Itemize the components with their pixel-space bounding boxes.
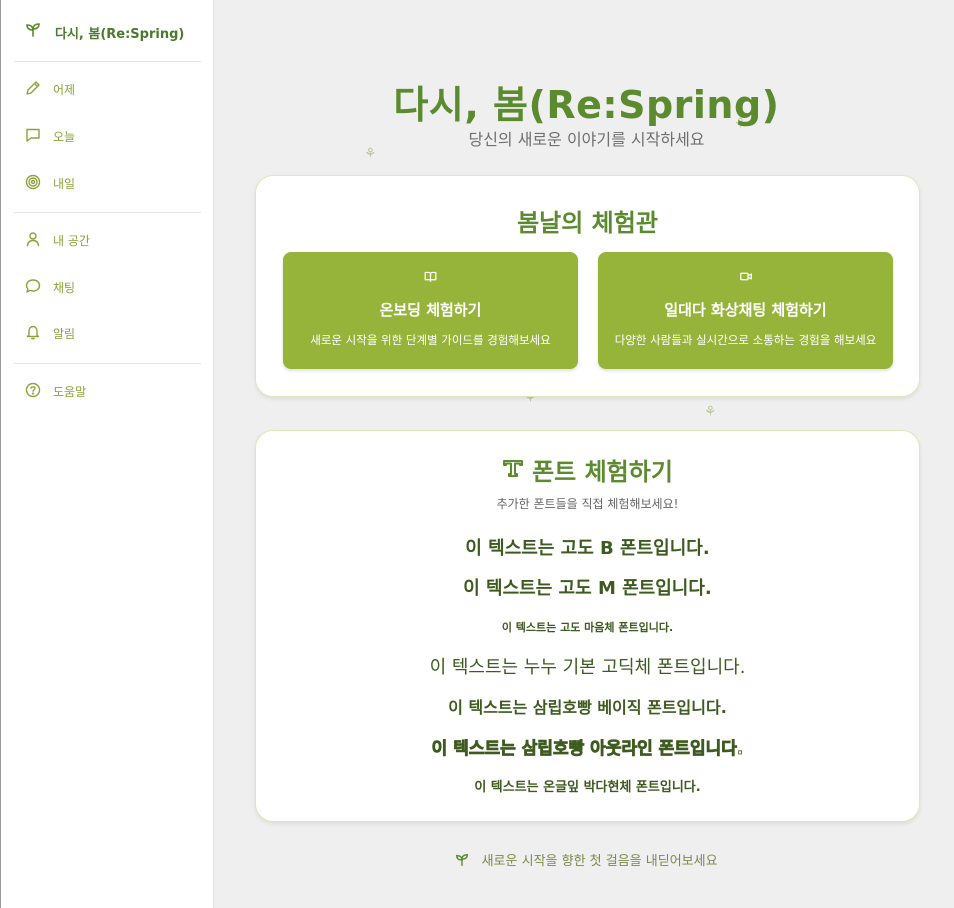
main-content: ⚘ ⚘ ⚘ ⚘ 다시, 봄(Re:Spring) 당신의 새로운 이야기를 시작… [214, 0, 954, 908]
divider [14, 212, 201, 213]
sidebar-item-yesterday[interactable]: 어제 [25, 78, 75, 100]
video-chat-description: 다양한 사람들과 실시간으로 소통하는 경험을 해보세요 [614, 333, 877, 347]
onboarding-experience-button[interactable]: 온보딩 체험하기 새로운 시작을 위한 단계별 가이드를 경험해보세요 [283, 252, 578, 369]
video-chat-title: 일대다 화상채팅 체험하기 [664, 301, 827, 319]
page-subtitle: 당신의 새로운 이야기를 시작하세요 [468, 130, 705, 149]
sidebar-brand[interactable]: 다시, 봄(Re:Spring) [25, 20, 184, 44]
font-title: 폰트 체험하기 [532, 458, 673, 486]
sidebar-item-my-space[interactable]: 내 공간 [25, 229, 90, 251]
sidebar-item-label: 내 공간 [53, 233, 90, 248]
onboarding-title: 온보딩 체험하기 [379, 301, 482, 319]
sidebar-item-label: 알림 [53, 326, 76, 341]
user-icon [25, 231, 41, 250]
font-subtitle: 추가한 폰트들을 직접 체험해보세요! [496, 497, 679, 511]
sidebar-item-label: 내일 [53, 176, 76, 191]
footer-message: 새로운 시작을 향한 첫 걸음을 내딛어보세요 [214, 850, 954, 869]
chat-bubble-icon [25, 278, 41, 297]
font-sample-godo-b: 이 텍스트는 고도 B 폰트입니다. [465, 538, 710, 559]
sidebar-item-tomorrow[interactable]: 내일 [25, 172, 75, 194]
sidebar-item-today[interactable]: 오늘 [25, 125, 75, 147]
sidebar-item-label: 도움말 [53, 384, 87, 399]
bell-icon [25, 324, 41, 343]
onboarding-description: 새로운 시작을 위한 단계별 가이드를 경험해보세요 [310, 333, 551, 347]
book-open-icon [283, 270, 578, 283]
font-sample-godo-maum: 이 텍스트는 고도 마음체 폰트입니다. [501, 621, 674, 634]
experience-card: 봄날의 체험관 온보딩 체험하기 새로운 시작을 위한 단계별 가이드를 경험해… [255, 175, 920, 397]
footer-text: 새로운 시작을 향한 첫 걸음을 내딛어보세요 [481, 854, 718, 869]
video-chat-experience-button[interactable]: 일대다 화상채팅 체험하기 다양한 사람들과 실시간으로 소통하는 경험을 해보… [598, 252, 893, 369]
sidebar-item-chat[interactable]: 채팅 [25, 276, 75, 298]
font-sample-nunu-gothic: 이 텍스트는 누누 기본 고딕체 폰트입니다. [429, 657, 746, 678]
sidebar-item-notifications[interactable]: 알림 [25, 322, 75, 344]
font-sample-onglip: 이 텍스트는 온글잎 박다현체 폰트입니다. [474, 780, 701, 795]
experience-title: 봄날의 체험관 [517, 209, 658, 237]
sidebar-item-help[interactable]: 도움말 [25, 380, 86, 402]
brand-label: 다시, 봄(Re:Spring) [55, 26, 185, 42]
font-sample-godo-m: 이 텍스트는 고도 M 폰트입니다. [463, 578, 712, 599]
pencil-icon [25, 80, 41, 99]
target-icon [25, 174, 41, 193]
video-icon [598, 270, 893, 283]
help-circle-icon [25, 382, 41, 401]
sprout-icon [25, 22, 41, 42]
font-title-row: 폰트 체험하기 [256, 452, 919, 487]
message-square-icon [25, 127, 41, 146]
page-title: 다시, 봄(Re:Spring) [393, 83, 780, 127]
sprout-icon [455, 854, 481, 869]
font-sample-samlip-outline: 이 텍스트는 삼립호빵 아웃라인 폰트입니다. [431, 739, 744, 760]
sidebar-item-label: 채팅 [53, 280, 76, 295]
divider [14, 61, 201, 62]
sidebar: 다시, 봄(Re:Spring) 어제 오늘 내일 내 공간 채팅 알림 도움말 [0, 0, 214, 908]
sidebar-item-label: 어제 [53, 82, 76, 97]
font-experience-card: 폰트 체험하기 추가한 폰트들을 직접 체험해보세요! 이 텍스트는 고도 B … [255, 430, 920, 822]
divider [14, 363, 201, 364]
font-sample-samlip-basic: 이 텍스트는 삼립호빵 베이직 폰트입니다. [448, 698, 727, 717]
type-icon [502, 456, 524, 484]
sidebar-item-label: 오늘 [53, 129, 76, 144]
sprout-decoration-icon: ⚘ [704, 404, 717, 420]
